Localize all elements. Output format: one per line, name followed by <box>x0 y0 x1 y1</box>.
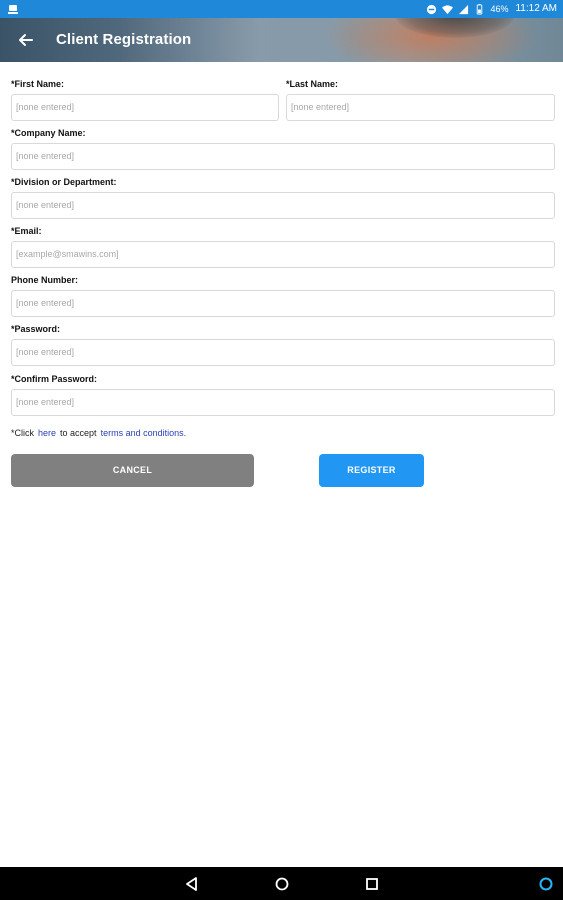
password-label: *Password: <box>11 324 61 334</box>
confirm-password-field[interactable]: [none entered] <box>11 389 555 416</box>
wifi-icon <box>442 4 454 14</box>
register-button[interactable]: REGISTER <box>319 454 424 487</box>
app-bar: Client Registration <box>0 18 563 62</box>
page-title: Client Registration <box>56 31 192 48</box>
status-bar: 46% 11:12 AM <box>0 0 563 18</box>
status-icons: 46% 11:12 AM <box>426 3 557 15</box>
email-field[interactable]: [example@smawins.com] <box>11 241 555 268</box>
navigation-bar <box>0 867 563 900</box>
minus-circle-icon <box>427 4 437 14</box>
company-name-label: *Company Name: <box>11 128 86 138</box>
company-name-field[interactable]: [none entered] <box>11 143 555 170</box>
arrow-left-icon[interactable] <box>16 30 36 50</box>
clock: 11:12 AM <box>515 3 557 14</box>
first-name-label: *First Name: <box>11 79 65 89</box>
here-link[interactable]: here <box>38 428 56 438</box>
battery-icon <box>477 3 483 15</box>
phone-number-label: Phone Number: <box>11 275 79 285</box>
terms-notice: *Click here to accept terms and conditions. <box>11 428 186 438</box>
back-triangle-icon[interactable] <box>184 876 200 892</box>
signal-icon <box>459 4 469 14</box>
terms-prefix: *Click <box>11 428 35 438</box>
terms-middle: to accept <box>60 428 97 438</box>
terms-and-conditions-link[interactable]: terms and conditions. <box>101 428 187 438</box>
phone-number-field[interactable]: [none entered] <box>11 290 555 317</box>
confirm-password-label: *Confirm Password: <box>11 374 98 384</box>
last-name-label: *Last Name: <box>286 79 339 89</box>
first-name-field[interactable]: [none entered] <box>11 94 279 121</box>
division-label: *Division or Department: <box>11 177 117 187</box>
division-field[interactable]: [none entered] <box>11 192 555 219</box>
password-field[interactable]: [none entered] <box>11 339 555 366</box>
battery-percent: 46% <box>490 4 509 14</box>
email-label: *Email: <box>11 226 42 236</box>
home-circle-icon[interactable] <box>274 876 290 892</box>
recents-square-icon[interactable] <box>364 876 380 892</box>
last-name-field[interactable]: [none entered] <box>286 94 555 121</box>
notification-icon <box>8 5 18 14</box>
cancel-button[interactable]: CANCEL <box>11 454 254 487</box>
assistant-icon[interactable] <box>538 876 554 892</box>
